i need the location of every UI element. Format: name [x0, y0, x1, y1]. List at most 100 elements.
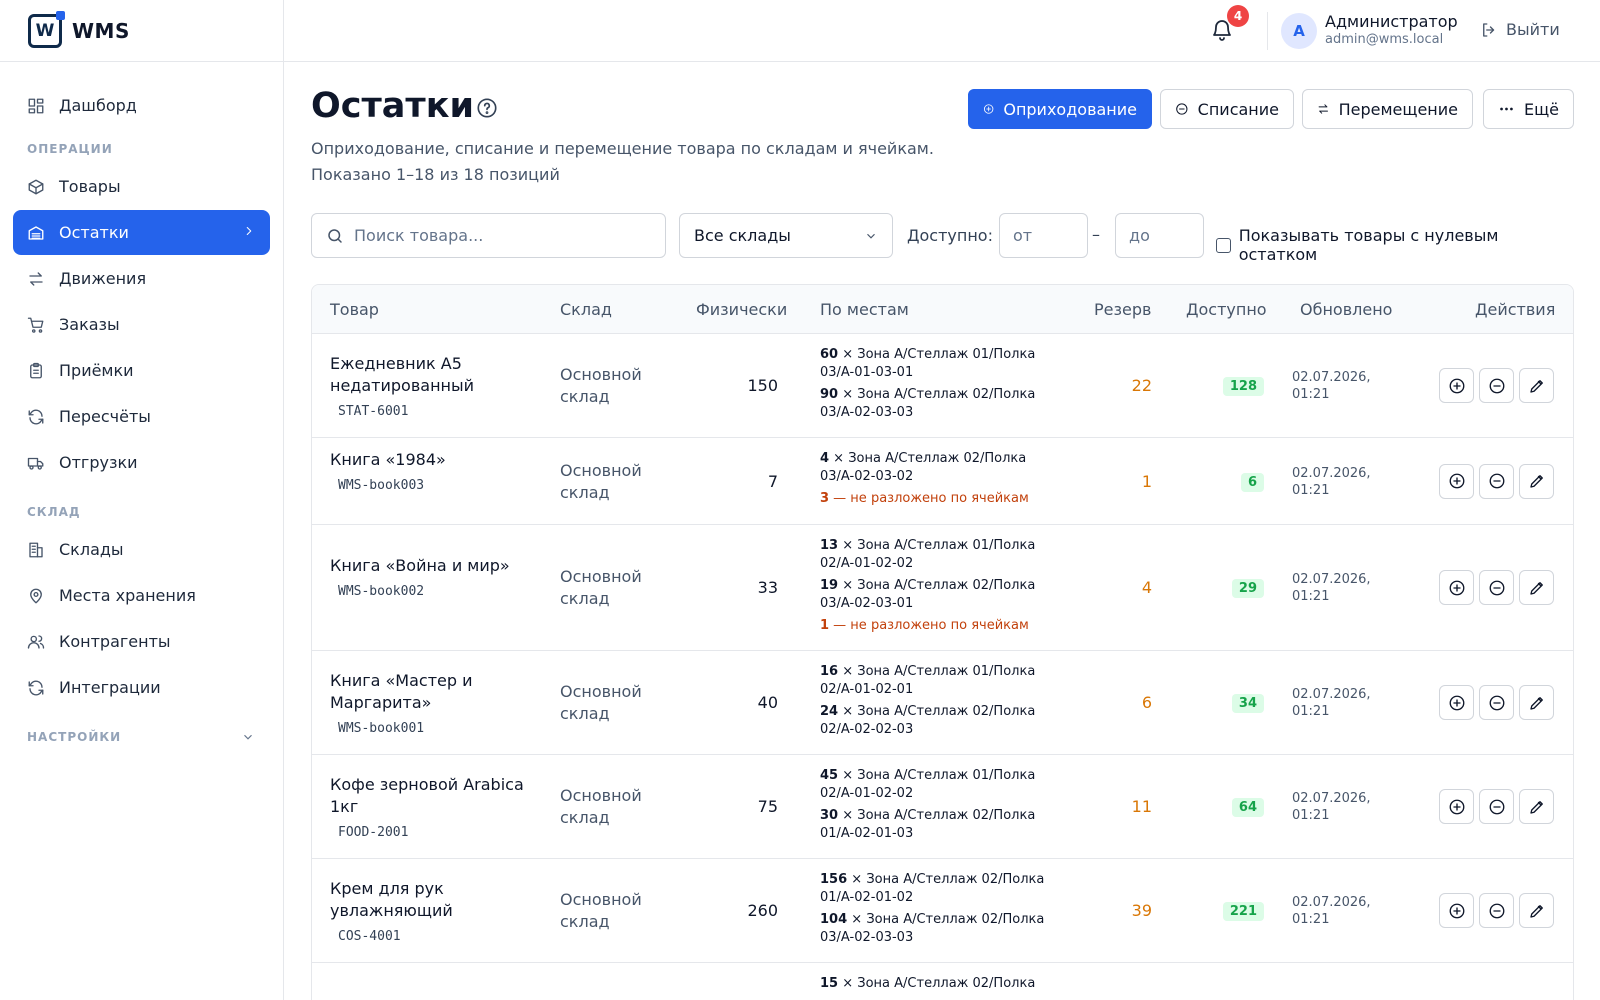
sidebar-item-warehouses[interactable]: Склады — [13, 527, 270, 572]
place-line: 16 × Зона A/Стеллаж 01/Полка 02/A-01-02-… — [820, 664, 1036, 697]
top-header: 4 A Администратор admin@wms.local Выйти — [284, 0, 1600, 62]
more-button[interactable]: Ещё — [1483, 89, 1574, 129]
sidebar-item-label: Контрагенты — [59, 632, 171, 651]
table-row[interactable]: Книга «Война и мир» WMS-book002 Основной с… — [312, 525, 1573, 651]
row-edit-button[interactable] — [1519, 463, 1554, 499]
row-edit-button[interactable] — [1519, 893, 1554, 928]
plus-circle-icon — [983, 104, 994, 114]
search-box[interactable] — [311, 213, 666, 258]
checkbox-box[interactable] — [1216, 237, 1231, 253]
help-button[interactable] — [476, 97, 498, 119]
row-writeoff-button[interactable] — [1479, 893, 1514, 928]
row-edit-button[interactable] — [1519, 570, 1554, 605]
table-row[interactable]: Книга «1984» WMS-book003 Основной склад 7 1 6… — [312, 438, 1573, 525]
avatar[interactable]: A — [1281, 13, 1317, 49]
pencil-icon — [1529, 581, 1543, 595]
sidebar-item-label: Интеграции — [59, 678, 161, 697]
updated-at: 02.07.2026, 01:21 — [1292, 370, 1371, 402]
row-writeoff-button[interactable] — [1479, 463, 1514, 499]
arrows-icon — [29, 271, 43, 286]
brand-name: WMS — [72, 18, 130, 43]
table-row[interactable]: Крем для рук увлажняющий COS-4001 Основной… — [312, 859, 1573, 963]
logout-button[interactable]: Выйти — [1480, 20, 1560, 39]
sidebar-item-products[interactable]: Товары — [13, 164, 270, 209]
receive-button[interactable]: Оприходование — [968, 89, 1152, 129]
col-available[interactable]: Доступно — [1186, 300, 1267, 319]
product-name[interactable]: Кофе зерновой Arabica 1кг FOOD-2001 — [330, 774, 530, 844]
minus-circle-icon — [1489, 903, 1504, 918]
row-edit-button[interactable] — [1519, 685, 1554, 720]
product-name[interactable]: Крем для рук увлажняющий COS-4001 — [330, 878, 530, 948]
physical-qty: 75 — [757, 797, 778, 816]
col-actions: Действия — [1475, 300, 1556, 319]
sidebar-item-counterparties[interactable]: Контрагенты — [13, 619, 270, 664]
sidebar-item-dashboard[interactable]: Дашборд — [13, 83, 270, 128]
updated-at: 02.07.2026, 01:21 — [1292, 791, 1371, 823]
sidebar-item-orders[interactable]: Заказы — [13, 302, 270, 347]
table-row[interactable]: Кофе зерновой Arabica 1кг FOOD-2001 Основн… — [312, 755, 1573, 859]
search-input[interactable] — [354, 226, 644, 245]
writeoff-button[interactable]: Списание — [1160, 89, 1294, 129]
table-row[interactable]: Книга «Мастер и Маргарита» WMS-book001 Осн… — [312, 651, 1573, 755]
updated-at: 02.07.2026, 01:21 — [1292, 687, 1371, 719]
move-button[interactable]: Перемещение — [1302, 89, 1473, 129]
col-physical[interactable]: Физически — [696, 300, 787, 319]
reserve-qty: 6 — [1141, 693, 1152, 712]
brand[interactable]: W WMS — [0, 0, 283, 62]
row-actions — [1439, 685, 1559, 720]
product-name[interactable]: Книга «1984» WMS-book003 — [330, 449, 530, 497]
available-from-input[interactable] — [999, 213, 1088, 258]
sidebar-item-integrations[interactable]: Интеграции — [13, 665, 270, 710]
row-writeoff-button[interactable] — [1479, 685, 1514, 720]
warehouse-select[interactable]: Все склады — [679, 213, 893, 258]
row-receive-button[interactable] — [1439, 893, 1474, 928]
product-name[interactable]: Книга «Мастер и Маргарита» WMS-book001 — [330, 670, 530, 740]
available-badge: 64 — [1172, 796, 1264, 817]
table-row[interactable]: Ежедневник А5 недатированный STAT-6001 Осн… — [312, 334, 1573, 438]
sidebar-item-recounts[interactable]: Пересчёты — [13, 394, 270, 439]
items-count: Показано 1–18 из 18 позиций — [311, 165, 560, 184]
sidebar-item-shipments[interactable]: Отгрузки — [13, 440, 270, 485]
row-writeoff-button[interactable] — [1479, 789, 1514, 824]
nav-section-settings[interactable]: НАСТРОЙКИ — [0, 730, 283, 746]
col-warehouse[interactable]: Склад — [560, 300, 612, 319]
sidebar-item-locations[interactable]: Места хранения — [13, 573, 270, 618]
table-row[interactable]: 15 × Зона A/Стеллаж 02/Полка — [312, 963, 1573, 1000]
reserve-qty: 22 — [1131, 376, 1152, 395]
col-product[interactable]: Товар — [330, 300, 379, 319]
row-receive-button[interactable] — [1439, 368, 1474, 403]
row-edit-button[interactable] — [1519, 368, 1554, 403]
row-receive-button[interactable] — [1439, 685, 1474, 720]
row-writeoff-button[interactable] — [1479, 570, 1514, 605]
product-name[interactable]: Ежедневник А5 недатированный STAT-6001 — [330, 353, 530, 423]
row-receive-button[interactable] — [1439, 789, 1474, 824]
zero-stock-checkbox[interactable]: Показывать товары с нулевым остатком — [1216, 226, 1574, 264]
col-reserve[interactable]: Резерв — [1094, 300, 1151, 319]
more-dots-icon — [1500, 107, 1513, 111]
product-name[interactable]: Книга «Война и мир» WMS-book002 — [330, 555, 530, 603]
places-cell: 4 × Зона A/Стеллаж 02/Полка 03/A-02-03-0… — [820, 450, 1060, 512]
warehouse-cell: Основной склад — [560, 365, 642, 406]
row-receive-button[interactable] — [1439, 570, 1474, 605]
place-line: 19 × Зона A/Стеллаж 02/Полка 03/A-02-03-… — [820, 578, 1036, 611]
places-cell: 13 × Зона A/Стеллаж 01/Полка 02/A-01-02-… — [820, 537, 1060, 639]
truck-icon — [27, 457, 44, 470]
sidebar-item-label: Товары — [59, 177, 121, 196]
pencil-icon — [1529, 475, 1543, 488]
pencil-icon — [1529, 696, 1543, 710]
warehouse-cell: Основной склад — [560, 890, 642, 931]
sidebar-item-receipts[interactable]: Приёмки — [13, 348, 270, 393]
sidebar-item-movements[interactable]: Движения — [13, 256, 270, 301]
available-to-input[interactable] — [1115, 213, 1204, 258]
warehouse-cell: Основной склад — [560, 567, 642, 608]
row-edit-button[interactable] — [1519, 789, 1554, 824]
sidebar-item-stock[interactable]: Остатки — [13, 210, 270, 255]
col-updated[interactable]: Обновлено — [1300, 300, 1392, 319]
row-writeoff-button[interactable] — [1479, 368, 1514, 403]
page-subtitle: Оприходование, списание и перемещение то… — [311, 139, 934, 158]
sidebar-item-label: Движения — [59, 269, 147, 288]
minus-circle-icon — [1489, 799, 1504, 814]
sidebar-item-label: Пересчёты — [59, 407, 151, 426]
row-receive-button[interactable] — [1439, 463, 1474, 499]
product-sku: STAT-6001 — [338, 404, 409, 419]
